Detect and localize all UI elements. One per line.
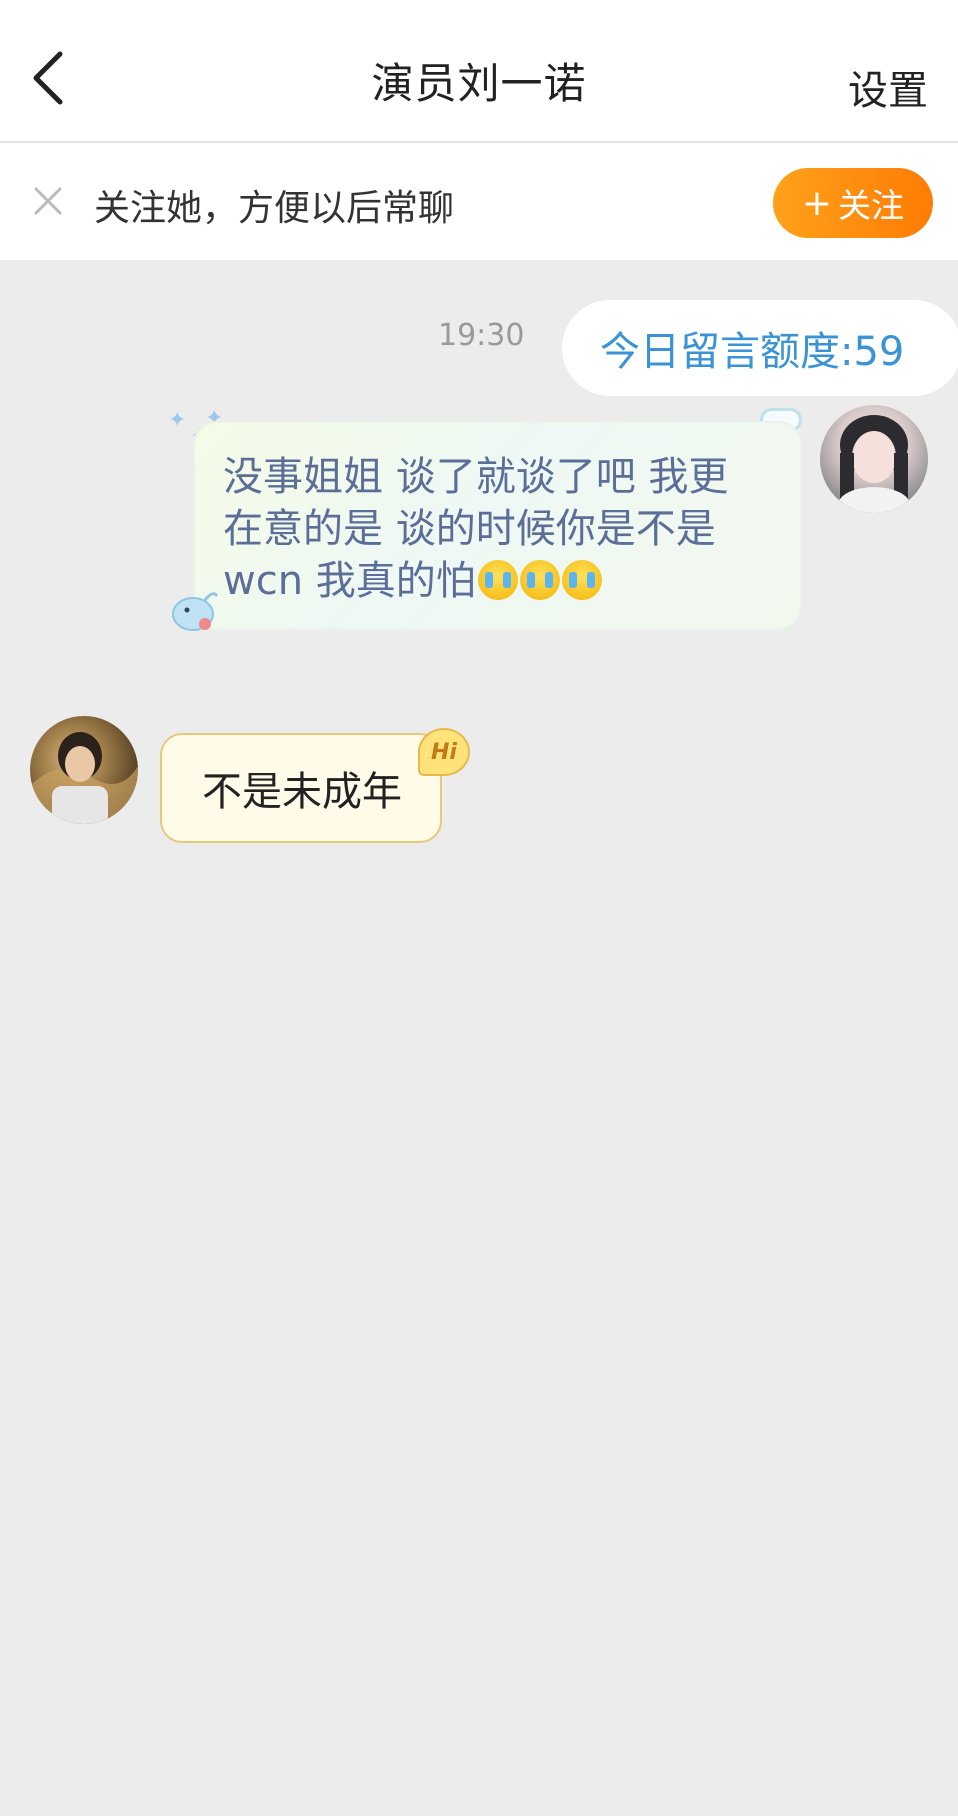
follow-prompt-bar: 关注她，方便以后常聊 + 关注 [0, 143, 958, 260]
follow-button[interactable]: + 关注 [773, 168, 933, 238]
follow-button-label: 关注 [838, 186, 905, 225]
hi-badge-icon: Hi [418, 728, 470, 776]
quota-message-bubble: 今日留言额度:59 [562, 300, 958, 396]
plus-icon: + [801, 182, 833, 224]
crying-face-icon [519, 560, 560, 600]
settings-button[interactable]: 设置 [848, 58, 928, 116]
close-icon [34, 187, 62, 215]
whale-sticker-icon [165, 582, 221, 638]
page-title: 演员刘一诺 [371, 59, 587, 108]
chat-page: 演员刘一诺 设置 关注她，方便以后常聊 + 关注 19:30 今日留言额度:59… [0, 0, 958, 1816]
quota-message-text: 今日留言额度:59 [600, 329, 905, 375]
received-message-text: 不是未成年 [202, 769, 402, 815]
contact-avatar[interactable] [30, 716, 138, 824]
follow-prompt-text: 关注她，方便以后常聊 [94, 188, 455, 229]
crying-face-icon [561, 560, 602, 600]
sent-message-line: wcn 我真的怕 [223, 558, 476, 604]
sparkle-icon: ✦ [168, 408, 187, 433]
received-message-bubble[interactable]: 不是未成年 [160, 733, 442, 843]
sent-message-bubble[interactable]: 没事姐姐 谈了就谈了吧 我更 在意的是 谈的时候你是不是 wcn 我真的怕 [195, 423, 800, 628]
sent-message-line: 在意的是 谈的时候你是不是 [223, 506, 716, 552]
crying-face-icon [477, 560, 518, 600]
header-bar: 演员刘一诺 设置 [0, 0, 958, 143]
sent-message-line: 没事姐姐 谈了就谈了吧 我更 [223, 454, 729, 500]
self-avatar-image [838, 415, 910, 513]
dismiss-follow-button[interactable] [28, 181, 68, 221]
self-avatar[interactable] [820, 405, 928, 513]
message-timestamp: 19:30 [438, 318, 525, 353]
sent-message-line-3: wcn 我真的怕 [223, 555, 772, 607]
contact-avatar-image [30, 732, 138, 824]
